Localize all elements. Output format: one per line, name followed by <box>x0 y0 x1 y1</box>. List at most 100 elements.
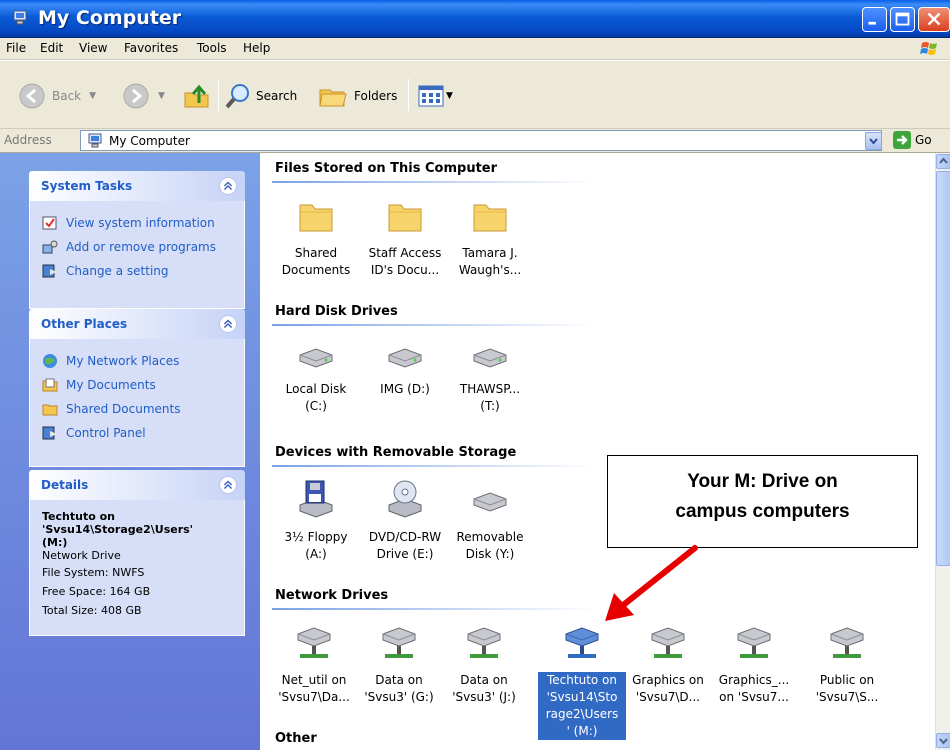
menu-view[interactable]: View <box>79 41 107 55</box>
details-free-space: Free Space: 164 GB <box>42 585 151 598</box>
collapse-chevron-icon[interactable] <box>219 315 237 333</box>
task-view-system-info[interactable]: View system information <box>42 211 232 235</box>
address-label: Address <box>4 133 52 147</box>
details-header[interactable]: Details <box>29 470 245 500</box>
item-label: THAWSP... (T:) <box>459 382 521 413</box>
toolbar: Back ▼ ▼ Search Folders ▼ <box>0 61 950 129</box>
other-places-header[interactable]: Other Places <box>29 309 245 339</box>
removable-disk-y[interactable]: Removable Disk (Y:) <box>446 479 534 563</box>
local-disk-c[interactable]: Local Disk (C:) <box>272 347 360 415</box>
floppy-drive-icon <box>299 480 333 518</box>
details-panel: Details Techtuto on 'Svsu14\Storage2\Use… <box>29 470 245 636</box>
place-label: My Network Places <box>66 354 180 368</box>
my-documents-icon <box>42 378 58 392</box>
chevron-up-icon <box>939 157 948 164</box>
vertical-scrollbar[interactable] <box>935 153 950 750</box>
floppy-drive-a[interactable]: 3½ Floppy (A:) <box>272 479 360 563</box>
techtuto-drive-m[interactable]: Techtuto on 'Svsu14\Sto rage2\Users ' (M:) <box>538 626 626 740</box>
public-drive[interactable]: Public on 'Svsu7\S... <box>803 626 891 706</box>
item-label: Graphics on 'Svsu7\D... <box>632 673 704 704</box>
staff-access-folder[interactable]: Staff Access ID's Docu... <box>361 201 449 279</box>
network-places-icon <box>43 354 57 368</box>
network-drive-icon <box>382 627 416 658</box>
group-files-header: Files Stored on This Computer <box>275 161 498 176</box>
graphics-underscore-drive[interactable]: Graphics_... on 'Svsu7... <box>710 626 798 706</box>
group-removable-header: Devices with Removable Storage <box>275 445 517 460</box>
folder-icon <box>473 204 507 232</box>
folders-button[interactable]: Folders <box>318 81 397 111</box>
thawsp-drive-t[interactable]: THAWSP... (T:) <box>446 347 534 415</box>
search-button[interactable]: Search <box>224 81 297 111</box>
folder-icon <box>388 204 422 232</box>
go-label: Go <box>915 133 932 147</box>
scroll-up-button[interactable] <box>936 154 950 169</box>
menu-tools[interactable]: Tools <box>197 41 227 55</box>
img-drive-d[interactable]: IMG (D:) <box>361 347 449 398</box>
maximize-button[interactable] <box>890 7 915 32</box>
forward-dropdown-icon[interactable]: ▼ <box>158 91 165 101</box>
network-drive-icon <box>830 627 864 658</box>
scroll-down-button[interactable] <box>936 733 950 748</box>
go-button[interactable]: Go <box>893 131 932 149</box>
shared-documents-folder[interactable]: Shared Documents <box>272 201 360 279</box>
views-button[interactable]: ▼ <box>418 81 453 111</box>
address-field[interactable]: My Computer <box>80 130 882 151</box>
menu-file[interactable]: File <box>6 41 26 55</box>
search-icon <box>225 84 249 109</box>
place-shared-documents[interactable]: Shared Documents <box>42 397 232 421</box>
place-my-documents[interactable]: My Documents <box>42 373 232 397</box>
forward-arrow-icon <box>123 83 149 109</box>
data-drive-j[interactable]: Data on 'Svsu3' (J:) <box>440 626 528 706</box>
place-my-network-places[interactable]: My Network Places <box>42 349 232 373</box>
up-folder-button[interactable] <box>182 81 212 111</box>
details-title: Details <box>41 478 89 492</box>
net-util-drive[interactable]: Net_util on 'Svsu7\Da... <box>270 626 358 706</box>
details-type: Network Drive <box>42 549 121 562</box>
task-add-remove-programs[interactable]: Add or remove programs <box>42 235 232 259</box>
menu-edit[interactable]: Edit <box>40 41 63 55</box>
task-label: View system information <box>66 216 215 230</box>
chevron-down-icon <box>869 138 878 145</box>
address-dropdown-button[interactable] <box>865 132 882 150</box>
my-computer-icon <box>88 133 102 148</box>
item-label: Public on 'Svsu7\S... <box>815 673 879 704</box>
minimize-icon <box>868 21 876 25</box>
hard-drive-icon <box>299 348 333 368</box>
dvd-drive-e[interactable]: DVD/CD-RW Drive (E:) <box>361 479 449 563</box>
back-dropdown-icon[interactable]: ▼ <box>89 91 96 101</box>
add-remove-programs-icon <box>42 240 58 254</box>
minimize-button[interactable] <box>862 7 887 32</box>
tamara-documents-folder[interactable]: Tamara J. Waugh's... <box>446 201 534 279</box>
back-button[interactable]: Back ▼ <box>18 81 96 111</box>
item-label: IMG (D:) <box>380 382 430 396</box>
menu-favorites[interactable]: Favorites <box>124 41 178 55</box>
place-control-panel[interactable]: Control Panel <box>42 421 232 445</box>
chevron-down-icon <box>939 738 948 745</box>
details-total-size: Total Size: 408 GB <box>42 604 142 617</box>
data-drive-g[interactable]: Data on 'Svsu3' (G:) <box>355 626 443 706</box>
graphics-drive[interactable]: Graphics on 'Svsu7\D... <box>624 626 712 706</box>
system-info-icon <box>42 216 57 230</box>
scroll-thumb[interactable] <box>936 171 950 566</box>
item-label: Shared Documents <box>281 246 351 277</box>
collapse-chevron-icon[interactable] <box>219 177 237 195</box>
search-label: Search <box>256 89 298 103</box>
title-bar[interactable]: My Computer <box>0 0 950 38</box>
menu-help[interactable]: Help <box>243 41 270 55</box>
collapse-chevron-icon[interactable] <box>219 476 237 494</box>
back-arrow-icon <box>19 83 45 109</box>
callout-box: Your M: Drive on campus computers <box>607 455 918 548</box>
control-panel-icon <box>42 264 57 278</box>
views-dropdown-icon: ▼ <box>446 91 453 101</box>
place-label: Shared Documents <box>66 402 181 416</box>
close-button[interactable] <box>918 7 950 32</box>
item-label: Tamara J. Waugh's... <box>458 246 522 277</box>
folder-icon <box>299 204 333 232</box>
item-label: Net_util on 'Svsu7\Da... <box>278 673 350 704</box>
folder-icon <box>42 404 58 416</box>
windows-logo-icon <box>920 42 937 55</box>
maximize-icon <box>895 12 910 26</box>
task-change-setting[interactable]: Change a setting <box>42 259 232 283</box>
forward-button[interactable]: ▼ <box>122 81 165 111</box>
system-tasks-header[interactable]: System Tasks <box>29 171 245 201</box>
